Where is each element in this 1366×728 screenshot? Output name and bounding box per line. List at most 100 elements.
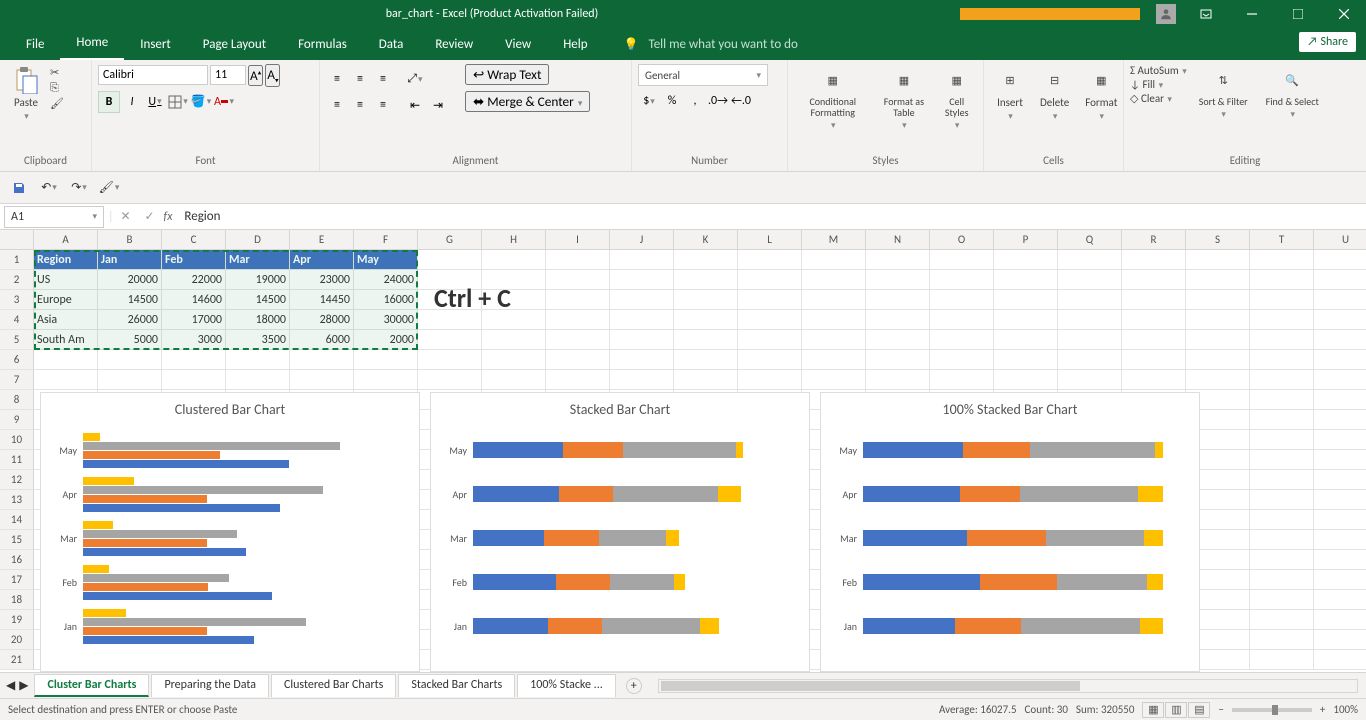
cell[interactable] — [1058, 330, 1122, 350]
comma-format-button[interactable]: , — [684, 90, 706, 112]
column-header[interactable]: O — [930, 230, 994, 250]
row-header[interactable]: 1 — [0, 250, 34, 270]
enter-formula-button[interactable]: ✓ — [138, 209, 162, 224]
cell-styles-button[interactable]: ▦Cell Styles▾ — [936, 64, 977, 133]
cell[interactable] — [610, 310, 674, 330]
cell[interactable] — [546, 310, 610, 330]
cell[interactable] — [1314, 630, 1366, 650]
cell[interactable] — [1314, 430, 1366, 450]
cell[interactable] — [1314, 410, 1366, 430]
cell[interactable] — [1314, 490, 1366, 510]
cell[interactable] — [482, 330, 546, 350]
cell[interactable] — [1058, 350, 1122, 370]
redo-button[interactable]: ↷▾ — [68, 177, 90, 199]
cell[interactable] — [610, 250, 674, 270]
undo-button[interactable]: ↶▾ — [38, 177, 60, 199]
cell[interactable] — [98, 350, 162, 370]
row-header[interactable]: 9 — [0, 410, 34, 430]
row-header[interactable]: 7 — [0, 370, 34, 390]
cell[interactable] — [802, 330, 866, 350]
cell[interactable] — [738, 290, 802, 310]
worksheet-grid[interactable]: ABCDEFGHIJKLMNOPQRSTU1RegionJanFebMarApr… — [0, 230, 1366, 672]
cell[interactable] — [866, 350, 930, 370]
cell[interactable] — [1058, 370, 1122, 390]
cell[interactable] — [1314, 450, 1366, 470]
cell[interactable]: 22000 — [162, 270, 226, 290]
cell[interactable] — [1122, 250, 1186, 270]
cell[interactable] — [802, 290, 866, 310]
row-header[interactable]: 6 — [0, 350, 34, 370]
sheet-tab[interactable]: Stacked Bar Charts — [398, 674, 515, 697]
cell[interactable] — [1250, 410, 1314, 430]
cell[interactable] — [866, 370, 930, 390]
cell[interactable]: Region — [34, 250, 98, 270]
cell[interactable] — [1314, 530, 1366, 550]
borders-button[interactable]: ▾ — [167, 91, 189, 113]
cell[interactable]: Jan — [98, 250, 162, 270]
cell[interactable] — [994, 310, 1058, 330]
cell[interactable] — [1122, 290, 1186, 310]
cell[interactable] — [1314, 390, 1366, 410]
cell[interactable] — [290, 350, 354, 370]
cell[interactable] — [1186, 290, 1250, 310]
cell[interactable] — [994, 290, 1058, 310]
cell[interactable]: Europe — [34, 290, 98, 310]
cell[interactable]: 19000 — [226, 270, 290, 290]
conditional-formatting-button[interactable]: ▦Conditional Formatting▾ — [794, 64, 871, 133]
cell[interactable]: Apr — [290, 250, 354, 270]
column-header[interactable]: H — [482, 230, 546, 250]
cell[interactable] — [610, 370, 674, 390]
cell[interactable] — [866, 330, 930, 350]
cell[interactable] — [930, 330, 994, 350]
horizontal-scrollbar[interactable] — [658, 679, 1358, 693]
cell[interactable]: 26000 — [98, 310, 162, 330]
cell[interactable] — [1250, 530, 1314, 550]
cell[interactable] — [1250, 390, 1314, 410]
cell[interactable] — [546, 270, 610, 290]
cell[interactable] — [994, 330, 1058, 350]
cancel-formula-button[interactable]: ✕ — [114, 209, 138, 224]
cell[interactable] — [1314, 590, 1366, 610]
row-header[interactable]: 13 — [0, 490, 34, 510]
cell[interactable] — [674, 290, 738, 310]
cell[interactable]: 17000 — [162, 310, 226, 330]
cell[interactable] — [546, 250, 610, 270]
row-header[interactable]: 20 — [0, 630, 34, 650]
tab-data[interactable]: Data — [363, 31, 420, 60]
cell[interactable] — [610, 270, 674, 290]
column-header[interactable]: R — [1122, 230, 1186, 250]
cell[interactable] — [802, 310, 866, 330]
accounting-format-button[interactable]: $▾ — [638, 90, 660, 112]
cell[interactable]: 14500 — [98, 290, 162, 310]
cell[interactable]: 6000 — [290, 330, 354, 350]
cell[interactable] — [930, 370, 994, 390]
cell[interactable] — [1314, 510, 1366, 530]
font-name-input[interactable] — [98, 65, 208, 85]
cell[interactable] — [1058, 310, 1122, 330]
align-right-button[interactable]: ≡ — [372, 94, 394, 116]
column-header[interactable]: Q — [1058, 230, 1122, 250]
cell[interactable] — [354, 350, 418, 370]
cell[interactable]: 16000 — [354, 290, 418, 310]
cell[interactable] — [1122, 330, 1186, 350]
cell[interactable] — [994, 250, 1058, 270]
cell[interactable]: South Am — [34, 330, 98, 350]
cell[interactable] — [546, 290, 610, 310]
zoom-out-button[interactable]: − — [1218, 703, 1223, 716]
view-page-break-button[interactable]: ▤ — [1188, 702, 1210, 718]
cell[interactable] — [418, 250, 482, 270]
column-header[interactable]: P — [994, 230, 1058, 250]
cell[interactable] — [1250, 510, 1314, 530]
column-header[interactable]: T — [1250, 230, 1314, 250]
row-header[interactable]: 16 — [0, 550, 34, 570]
cell[interactable] — [34, 370, 98, 390]
sheet-tab[interactable]: Preparing the Data — [151, 674, 269, 697]
increase-indent-button[interactable]: ⇥ — [427, 94, 449, 116]
sheet-tab[interactable]: Clustered Bar Charts — [271, 674, 396, 697]
cell[interactable] — [1186, 330, 1250, 350]
cell[interactable] — [162, 370, 226, 390]
cell[interactable] — [674, 350, 738, 370]
cell[interactable] — [1250, 350, 1314, 370]
cell[interactable]: 18000 — [226, 310, 290, 330]
cell[interactable] — [1250, 590, 1314, 610]
